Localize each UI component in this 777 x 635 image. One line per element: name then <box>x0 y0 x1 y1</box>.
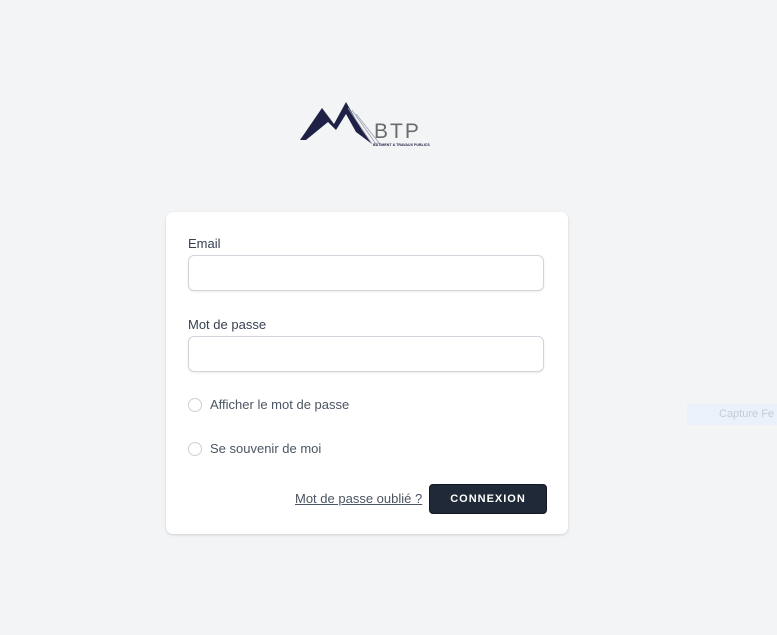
email-label: Email <box>188 236 221 251</box>
remember-me-checkbox[interactable] <box>188 441 202 456</box>
btp-logo: BTP BÂTIMENT & TRAVAUX PUBLICS <box>300 100 436 150</box>
show-password-label: Afficher le mot de passe <box>210 397 350 412</box>
show-password-checkbox[interactable] <box>188 397 202 412</box>
remember-me-label: Se souvenir de moi <box>210 441 322 456</box>
capture-overlay: Capture Fe <box>687 404 777 425</box>
login-card: Email Mot de passe Afficher le mot de pa… <box>166 212 568 534</box>
remember-me-option[interactable]: Se souvenir de moi <box>188 441 321 456</box>
connexion-button[interactable]: CONNEXION <box>429 484 547 514</box>
password-label: Mot de passe <box>188 317 267 332</box>
logo-text: BTP <box>374 120 421 143</box>
forgot-password-link[interactable]: Mot de passe oublié ? <box>295 491 422 506</box>
password-input[interactable] <box>188 336 544 372</box>
logo-subtitle: BÂTIMENT & TRAVAUX PUBLICS <box>373 142 430 147</box>
email-input[interactable] <box>188 255 544 291</box>
show-password-option[interactable]: Afficher le mot de passe <box>188 397 349 412</box>
